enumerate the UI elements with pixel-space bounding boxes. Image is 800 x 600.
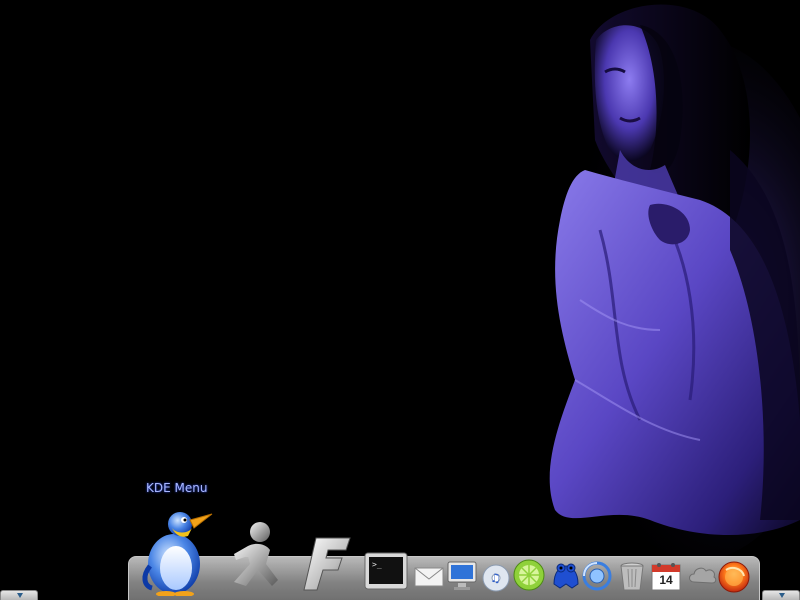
arrow-down-icon (17, 593, 23, 598)
music-cd-icon[interactable]: ♫ (480, 562, 512, 592)
running-man-icon[interactable] (226, 520, 288, 592)
right-panel-hide-button[interactable] (762, 590, 800, 600)
network-ring-icon[interactable] (580, 560, 614, 592)
left-panel-hide-button[interactable] (0, 590, 38, 600)
monitor-icon[interactable] (446, 560, 478, 592)
calendar-icon[interactable]: 14 (650, 562, 682, 592)
firefox-icon[interactable] (716, 560, 752, 594)
envelope-icon[interactable] (414, 564, 444, 590)
cloud-icon[interactable] (686, 562, 718, 588)
trash-icon[interactable] (618, 560, 646, 592)
calendar-day: 14 (659, 573, 673, 587)
desktop: KDE Menu >_ ♫ 14 (0, 0, 800, 600)
dock-label: KDE Menu (146, 481, 208, 495)
wallpaper (0, 0, 800, 600)
terminal-icon[interactable]: >_ (364, 552, 408, 592)
frog-icon[interactable] (548, 558, 582, 592)
arrow-down-icon (779, 593, 785, 598)
svg-text:♫: ♫ (490, 571, 501, 585)
penguin-icon[interactable] (136, 506, 214, 596)
lime-icon[interactable] (512, 558, 546, 592)
svg-text:>_: >_ (372, 560, 382, 569)
f-letter-icon[interactable] (302, 534, 354, 592)
